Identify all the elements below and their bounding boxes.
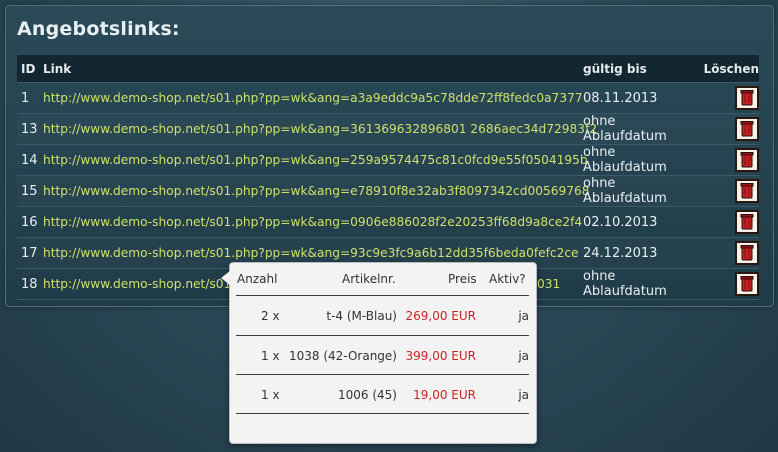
row-id: 16 [21,214,38,230]
row-qty: 1 x [261,348,280,363]
row-active: ja [518,387,529,402]
row-valid-until: 08.11.2013 [583,90,658,106]
row-valid-until: 24.12.2013 [583,245,658,261]
header-valid-until: gültig bis [583,61,647,76]
offer-link[interactable]: http://www.demo-shop.net/s01.php?pp=wk&a… [43,246,579,260]
row-article: t-4 (M-Blau) [326,308,397,323]
row-article: 1038 (42-Orange) [289,348,397,363]
row-price: 399,00 EUR [405,348,476,363]
row-id: 14 [21,152,38,168]
header-link: Link [43,61,72,76]
tooltip-header: Anzahl Artikelnr. Preis Aktiv? [230,263,536,295]
row-valid-until: 02.10.2013 [583,214,658,230]
trash-bin-icon[interactable] [735,179,759,203]
header-price: Preis [448,272,477,286]
trash-bin-icon[interactable] [735,210,759,234]
header-delete: Löschen [703,61,759,76]
trash-bin-icon[interactable] [735,86,759,110]
row-valid-until: ohne Ablaufdatum [583,269,667,299]
table-header: ID Link gültig bis Löschen [17,55,759,83]
row-id: 1 [21,90,30,106]
offer-link[interactable]: http://www.demo-shop.net/s01.php?pp=wk&a… [43,184,590,198]
row-price: 269,00 EUR [405,308,476,323]
row-qty: 2 x [261,308,280,323]
row-id: 18 [21,276,38,292]
trash-bin-icon[interactable] [735,241,759,265]
row-id: 17 [21,245,38,261]
offer-link[interactable]: http://www.demo-shop.net/s01.php?pp=wk&a… [43,91,583,105]
offer-link-tail: 031 [537,276,561,291]
row-price: 19,00 EUR [413,387,476,402]
tooltip-row: 1 x 1038 (42-Orange) 399,00 EUR ja [230,336,536,375]
header-id: ID [21,61,36,76]
trash-bin-icon[interactable] [735,117,759,141]
header-active: Aktiv? [489,272,526,286]
row-active: ja [518,308,529,323]
divider [236,413,529,414]
tooltip-arrow [221,271,230,285]
table-row: 16 http://www.demo-shop.net/s01.php?pp=w… [17,207,759,238]
trash-bin-icon[interactable] [735,272,759,296]
row-id: 15 [21,183,38,199]
table-row: 14 http://www.demo-shop.net/s01.php?pp=w… [17,145,759,176]
row-article: 1006 (45) [338,387,397,402]
header-article: Artikelnr. [342,272,396,286]
offer-link[interactable]: http://www.demo-shop.net/s01.php?pp=wk&a… [43,215,582,229]
offer-link[interactable]: http://www.demo-shop.net/s01 [43,277,231,291]
row-valid-until: ohne Ablaufdatum [583,176,667,206]
offer-link[interactable]: http://www.demo-shop.net/s01.php?pp=wk&a… [43,122,597,136]
offer-link[interactable]: http://www.demo-shop.net/s01.php?pp=wk&a… [43,153,588,167]
table-row: 15 http://www.demo-shop.net/s01.php?pp=w… [17,176,759,207]
header-qty: Anzahl [237,272,278,286]
tooltip-row: 1 x 1006 (45) 19,00 EUR ja [230,375,536,414]
offer-details-tooltip: Anzahl Artikelnr. Preis Aktiv? 2 x t-4 (… [221,262,537,444]
row-valid-until: ohne Ablaufdatum [583,145,667,175]
table-row: 1 http://www.demo-shop.net/s01.php?pp=wk… [17,83,759,114]
trash-bin-icon[interactable] [735,148,759,172]
row-valid-until: ohne Ablaufdatum [583,114,667,144]
row-qty: 1 x [261,387,280,402]
tooltip-row: 2 x t-4 (M-Blau) 269,00 EUR ja [230,296,536,335]
page-title: Angebotslinks: [17,18,180,40]
row-active: ja [518,348,529,363]
row-id: 13 [21,121,38,137]
table-row: 13 http://www.demo-shop.net/s01.php?pp=w… [17,114,759,145]
